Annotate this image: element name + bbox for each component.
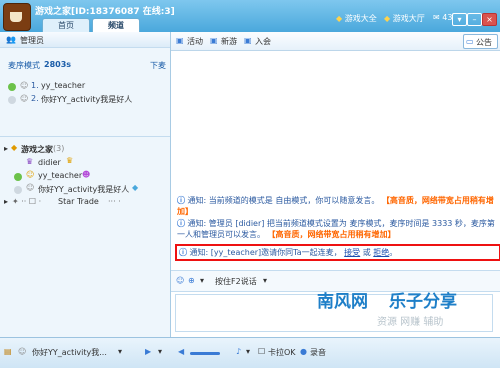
mic-status-icon (14, 173, 22, 181)
font-icon[interactable]: ⊕ (188, 276, 195, 285)
admin-badge-icon: ♛ (26, 157, 34, 166)
user-avatar-icon[interactable]: ▤ (4, 347, 12, 356)
collapse-icon: ▸ (4, 144, 9, 153)
microphone-icon[interactable]: ♪ (236, 347, 241, 356)
current-user-name[interactable]: 你好YY_activity我... (32, 347, 107, 358)
dropdown-icon[interactable]: ▾ (200, 276, 204, 285)
game-hall-icon: ◆ (384, 14, 391, 23)
game-icon: ◆ (336, 14, 343, 23)
mic-dropdown-icon[interactable]: ▾ (246, 347, 250, 356)
queue-name: 你好YY_activity我是好人 (41, 95, 133, 104)
person-icon: ☺ (20, 94, 29, 103)
expand-icon: ▸ (4, 197, 9, 206)
window-title: 游戏之家[ID:18376087 在线:3] (35, 7, 175, 17)
info-icon: ⓘ (179, 248, 187, 257)
message-count[interactable]: ✉ 43 (433, 13, 452, 22)
watermark-tagline: 资源 网赚 辅助 (377, 317, 444, 328)
ptt-dropdown-icon[interactable]: ▾ (263, 276, 267, 285)
play-dropdown-icon[interactable]: ▾ (158, 347, 162, 356)
message-icon: ✉ (433, 13, 440, 22)
announcement-label: 公告 (476, 38, 492, 47)
announcement-icon: ▭ (466, 37, 474, 46)
game-center-link[interactable]: ◆ 游戏大全 (336, 13, 377, 24)
channel-name: 游戏之家 (21, 145, 53, 154)
site-watermark: 南风网 乐子分享 资源 网赚 辅助 (317, 287, 500, 337)
watermark-brand-a: 南风网 (317, 292, 368, 312)
leave-queue-button[interactable]: 下麦 (150, 60, 166, 71)
speaker-icon[interactable]: ◀ (178, 347, 184, 356)
announcement-button[interactable]: ▭ 公告 (463, 34, 498, 49)
mode-time: 2803s (44, 60, 72, 69)
minimize-button[interactable]: – (467, 13, 482, 26)
karaoke-checkbox[interactable]: ☐ (258, 347, 265, 356)
admin-icon: 👥 (6, 35, 16, 44)
queue-name: yy_teacher (41, 81, 86, 90)
close-button[interactable]: × (482, 13, 497, 26)
mic-status-icon (8, 96, 16, 104)
menu-button[interactable]: ▾ (452, 13, 467, 26)
person-icon: ☺ (20, 81, 29, 90)
admin-header[interactable]: 👥 管理员 (0, 32, 170, 48)
user-status-icon: ☺ (18, 347, 27, 356)
enter-icon: ▣ (244, 36, 252, 45)
channel-sidebar: 👥 管理员 麦序模式 2803s 下麦 ☺ 1. yy_teacher ☺ 2.… (0, 32, 171, 337)
karaoke-label: 卡拉OK (268, 348, 296, 357)
member-name: didier (38, 158, 61, 167)
subchannel-tail-icon: ··· · (108, 197, 121, 206)
channel-icon: ◆ (11, 143, 18, 152)
member-icon: ☺ (26, 170, 35, 179)
subchannel-name: Star Trade (58, 197, 99, 206)
yy-logo-icon[interactable] (3, 3, 31, 31)
news-icon: ▣ (210, 36, 218, 45)
member-icon: ☺ (26, 183, 35, 192)
mic-status-icon (14, 186, 22, 194)
tab-home[interactable]: 首页 (42, 18, 90, 33)
info-icon: ⓘ (177, 196, 185, 205)
diamond-icon: ◆ (132, 183, 139, 192)
reject-link[interactable]: 拒绝 (373, 248, 389, 257)
accept-link[interactable]: 接受 (344, 248, 360, 257)
mode-label: 麦序模式 (8, 61, 40, 70)
record-label[interactable]: 录音 (310, 347, 326, 358)
volume-slider[interactable] (190, 352, 220, 355)
activity-icon: ▣ (176, 36, 184, 45)
emoji-badge-icon: ☻ (82, 170, 91, 179)
watermark-brand-b: 乐子分享 (389, 292, 457, 312)
activity-button[interactable]: 活动 (187, 36, 203, 47)
member-name: 你好YY_activity我是好人 (38, 185, 130, 194)
subchannel-decoration-icon: ✦ ·· ☐ · (12, 197, 42, 206)
emoji-icon[interactable]: ☺ (176, 276, 184, 285)
record-icon[interactable]: ● (300, 347, 307, 356)
member-name: yy_teacher (38, 171, 83, 180)
user-dropdown-icon[interactable]: ▾ (118, 347, 122, 356)
info-icon: ⓘ (177, 219, 185, 228)
tab-channel[interactable]: 频道 (92, 18, 140, 33)
invite-notice: ⓘ 通知: [yy_teacher]邀请你同Ta一起连麦， 接受 或 拒绝。 (175, 244, 500, 261)
queue-number: 1. (31, 81, 39, 90)
crown-icon: ♛ (66, 156, 74, 165)
queue-number: 2. (31, 94, 39, 103)
status-bar: ▤ ☺ 你好YY_activity我... ▾ ▶ ▾ ◀ ♪ ▾ ☐ 卡拉OK… (0, 337, 500, 368)
enter-button[interactable]: 入会 (255, 36, 271, 47)
play-icon[interactable]: ▶ (145, 347, 151, 356)
title-bar: 游戏之家[ID:18376087 在线:3] 首页 频道 ◆ 游戏大全 ◆ 游戏… (0, 0, 500, 33)
news-button[interactable]: 新游 (221, 36, 237, 47)
push-to-talk-label[interactable]: 按住F2说话 (215, 276, 257, 287)
admin-label: 管理员 (20, 36, 44, 45)
channel-count: (3) (53, 144, 65, 153)
game-hall-link[interactable]: ◆ 游戏大厅 (384, 13, 425, 24)
notice-message: ⓘ 通知: 管理员 [didier] 把当前频道模式设置为 麦序模式，麦序时间是… (177, 219, 495, 239)
divider (0, 136, 170, 137)
notice-message: ⓘ 通知: 当前频道的模式是 自由模式，你可以随意发言。 【高音质，网络带宽占用… (177, 196, 494, 216)
mic-status-icon (8, 83, 16, 91)
chat-toolbar: ▣ 活动 ▣ 新游 ▣ 入会 ▭ 公告 (171, 32, 500, 51)
